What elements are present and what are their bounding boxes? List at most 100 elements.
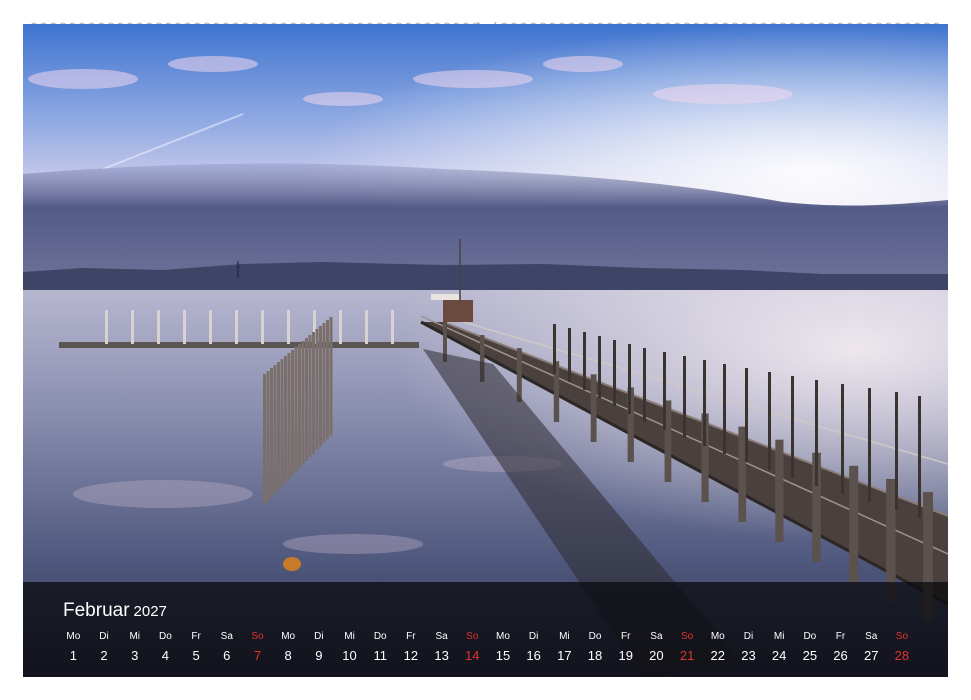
water-post [308, 335, 312, 458]
year: 2027 [133, 603, 167, 620]
water-post [266, 371, 270, 501]
mooring-post [613, 340, 616, 406]
day-number: 3 [131, 648, 139, 663]
weekday-label: Fr [406, 631, 416, 642]
mooring-post [768, 372, 771, 470]
water-post [294, 347, 298, 472]
pier-pile [738, 426, 747, 522]
dock-post [339, 310, 342, 344]
day-number: 8 [284, 648, 292, 663]
mooring-post [868, 388, 871, 502]
weekday-label: Mo [710, 631, 725, 642]
water-post [287, 353, 291, 479]
weekday-label: Mo [281, 631, 296, 642]
water-post [284, 356, 287, 483]
water-post [301, 341, 305, 465]
day-number: 19 [618, 648, 633, 663]
mooring-post [815, 380, 818, 486]
day-number: 12 [403, 648, 419, 663]
weekday-label: Sa [865, 631, 878, 642]
lake-pier-photo [23, 24, 948, 677]
calendar-band: Februar 2027 Mo Di Mi Do Fr Sa So Mo Di Mi Do Fr Sa So… [23, 582, 948, 677]
weekday-label: So [895, 631, 909, 642]
mooring-post [745, 368, 748, 462]
mooring-post [553, 324, 556, 374]
water-post [263, 374, 266, 504]
day-number: 25 [802, 648, 818, 663]
day-number: 20 [649, 648, 664, 663]
weekday-label: Fr [620, 631, 631, 642]
weekday-label: Sa [650, 631, 663, 642]
water-post [277, 362, 280, 490]
day-number: 15 [495, 648, 511, 663]
day-number: 6 [223, 648, 231, 663]
dock-post [287, 310, 290, 344]
weekday-label: Mi [129, 631, 140, 642]
water-post [319, 326, 322, 447]
weekday-label: Di [528, 631, 539, 642]
month-name: Februar [63, 600, 130, 621]
weekday-label: Sa [220, 631, 233, 642]
pier-pile [849, 465, 859, 582]
weekday-label: Mi [344, 631, 355, 642]
day-number: 26 [833, 648, 848, 663]
weekday-label: So [680, 631, 694, 642]
mooring-post [683, 356, 686, 438]
weekday-label: Fr [835, 631, 846, 642]
day-number: 23 [741, 648, 756, 663]
mooring-post [598, 336, 601, 398]
weekday-label: Do [803, 631, 817, 642]
weekday-label: Di [99, 631, 109, 642]
water-post [270, 368, 273, 497]
dock-post [365, 310, 368, 344]
mooring-post [895, 392, 898, 510]
mooring-post [918, 396, 921, 518]
day-number: 24 [771, 648, 787, 663]
mooring-post [568, 328, 571, 382]
day-number: 2 [100, 648, 108, 663]
weekday-label: Mi [559, 631, 570, 642]
mooring-post [643, 348, 646, 422]
day-number: 14 [465, 648, 480, 663]
water-post [329, 317, 333, 436]
day-number: 22 [710, 648, 726, 663]
mooring-post [791, 376, 794, 478]
dock-post [261, 310, 264, 344]
weekday-label: Mi [773, 631, 785, 642]
mooring-post [663, 352, 666, 430]
dock-post [183, 310, 186, 344]
weekday-label: Di [314, 631, 324, 642]
mooring-post [703, 360, 706, 446]
weekday-label: So [466, 631, 479, 642]
water-post [291, 350, 294, 476]
mooring-post [583, 332, 586, 390]
dock-post [105, 310, 108, 344]
mooring-post [841, 384, 844, 494]
weekday-label: Mo [66, 631, 81, 642]
pier-pile [590, 374, 597, 442]
weekday-label: Mo [496, 631, 510, 642]
day-number: 1 [69, 648, 77, 663]
day-number: 5 [192, 648, 200, 663]
mooring-post [628, 344, 631, 414]
day-number: 21 [679, 648, 695, 663]
day-number: 11 [373, 648, 387, 663]
calendar-title: Februar 2027 [63, 600, 167, 622]
weekday-label: Sa [435, 631, 448, 642]
weekday-label: Di [743, 631, 754, 642]
water-post [315, 329, 319, 450]
pier-pile [775, 439, 784, 542]
day-number: 28 [894, 648, 910, 663]
water-post [280, 359, 284, 486]
day-number: 17 [557, 648, 572, 663]
water-post [326, 320, 329, 440]
water-post [305, 338, 308, 461]
calendar-photo [23, 24, 948, 677]
calendar-grid: Mo Di Mi Do Fr Sa So Mo Di Mi Do Fr Sa So Mo Di Mi Do Fr Sa… [58, 630, 917, 666]
day-number: 18 [587, 648, 603, 663]
dock-post [209, 310, 212, 344]
weekday-label: Do [159, 631, 172, 642]
weekday-label: Do [373, 631, 387, 642]
dock-post [391, 310, 394, 344]
weekday-label: Fr [191, 631, 201, 642]
